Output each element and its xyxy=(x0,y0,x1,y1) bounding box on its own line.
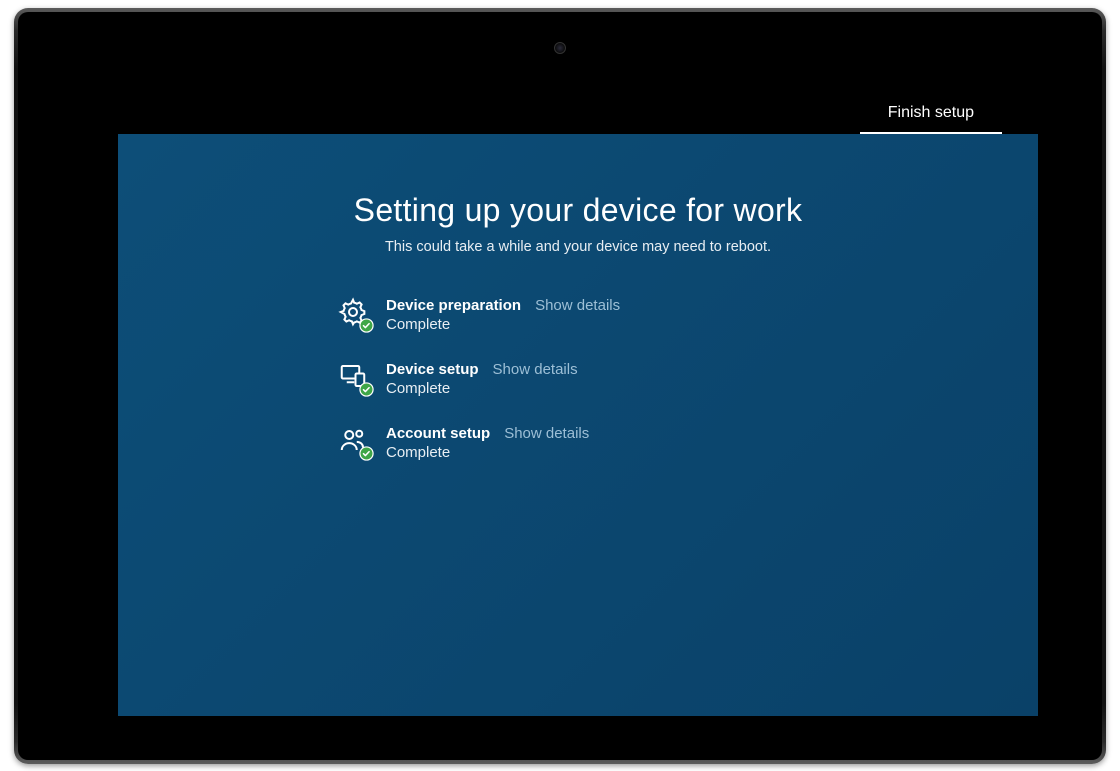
show-details-link[interactable]: Show details xyxy=(493,361,578,378)
checkmark-badge-icon xyxy=(359,318,374,333)
step-status: Complete xyxy=(386,444,589,461)
camera-icon xyxy=(554,42,566,54)
setup-screen: Setting up your device for work This cou… xyxy=(118,134,1038,716)
finish-setup-label: Finish setup xyxy=(860,101,1002,130)
devices-icon xyxy=(338,361,372,395)
finish-setup-button[interactable]: Finish setup xyxy=(860,101,1002,134)
show-details-link[interactable]: Show details xyxy=(504,425,589,442)
step-device-setup: Device setup Show details Complete xyxy=(338,361,858,397)
step-text: Device setup Show details Complete xyxy=(386,361,578,397)
page-title: Setting up your device for work xyxy=(354,192,803,229)
checkmark-badge-icon xyxy=(359,446,374,461)
header-bar: Finish setup xyxy=(118,102,1002,132)
step-status: Complete xyxy=(386,316,620,333)
step-title: Account setup xyxy=(386,425,490,442)
page-subtitle: This could take a while and your device … xyxy=(385,239,771,255)
step-device-preparation: Device preparation Show details Complete xyxy=(338,297,858,333)
step-status: Complete xyxy=(386,380,578,397)
tablet-bezel: Finish setup Setting up your device for … xyxy=(18,12,1102,760)
step-title: Device preparation xyxy=(386,297,521,314)
step-text: Account setup Show details Complete xyxy=(386,425,589,461)
gear-icon xyxy=(338,297,372,331)
content-area: Setting up your device for work This cou… xyxy=(118,134,1038,461)
people-icon xyxy=(338,425,372,459)
setup-steps-list: Device preparation Show details Complete xyxy=(298,297,858,461)
checkmark-badge-icon xyxy=(359,382,374,397)
step-title: Device setup xyxy=(386,361,479,378)
step-text: Device preparation Show details Complete xyxy=(386,297,620,333)
step-account-setup: Account setup Show details Complete xyxy=(338,425,858,461)
show-details-link[interactable]: Show details xyxy=(535,297,620,314)
